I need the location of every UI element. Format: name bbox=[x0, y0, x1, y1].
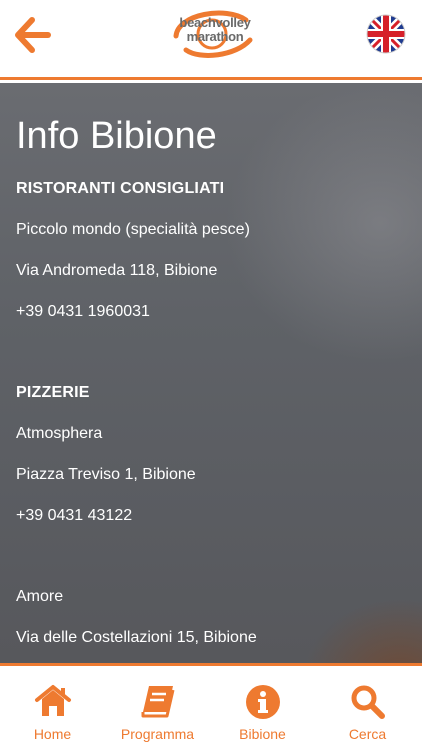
page-title: Info Bibione bbox=[16, 115, 217, 157]
logo-text-bottom: marathon bbox=[186, 29, 244, 44]
tab-programma-label: Programma bbox=[120, 726, 195, 742]
language-button[interactable] bbox=[366, 14, 406, 54]
logo-text-top: beachvolley bbox=[179, 15, 251, 30]
info-content: Info Bibione RISTORANTI CONSIGLIATI Picc… bbox=[0, 83, 422, 663]
pizzeria-phone[interactable]: +39 0431 43122 bbox=[16, 507, 132, 525]
arrow-left-icon bbox=[15, 17, 51, 53]
app-header: beachvolley marathon bbox=[0, 0, 422, 80]
pizzeria-name: Atmosphera bbox=[16, 425, 103, 442]
info-icon bbox=[245, 685, 280, 719]
home-icon bbox=[34, 685, 71, 716]
restaurant-name: Piccolo mondo (specialità pesce) bbox=[16, 221, 250, 238]
bottom-tab-bar: Home Programma Bibione Cerca bbox=[0, 663, 422, 750]
tab-home-label: Home bbox=[33, 726, 72, 742]
tab-cerca[interactable]: Cerca bbox=[315, 666, 420, 750]
search-icon bbox=[351, 685, 385, 719]
pizzeria-address: Piazza Treviso 1, Bibione bbox=[16, 466, 196, 483]
section-heading-restaurants: RISTORANTI CONSIGLIATI bbox=[16, 180, 225, 197]
tab-bibione[interactable]: Bibione bbox=[210, 666, 315, 750]
restaurant-phone[interactable]: +39 0431 1960031 bbox=[16, 303, 150, 321]
restaurant-address: Via Andromeda 118, Bibione bbox=[16, 262, 218, 279]
uk-flag-icon bbox=[366, 14, 406, 54]
section-heading-pizzerie: PIZZERIE bbox=[16, 384, 90, 401]
tab-home[interactable]: Home bbox=[0, 666, 105, 750]
tab-programma[interactable]: Programma bbox=[105, 666, 210, 750]
book-icon bbox=[141, 686, 174, 718]
pizzeria-name: Amore bbox=[16, 588, 64, 605]
pizzeria-address: Via delle Costellazioni 15, Bibione bbox=[16, 629, 257, 646]
tab-bibione-label: Bibione bbox=[239, 726, 286, 742]
tab-cerca-label: Cerca bbox=[348, 726, 387, 742]
back-button[interactable] bbox=[14, 16, 54, 54]
